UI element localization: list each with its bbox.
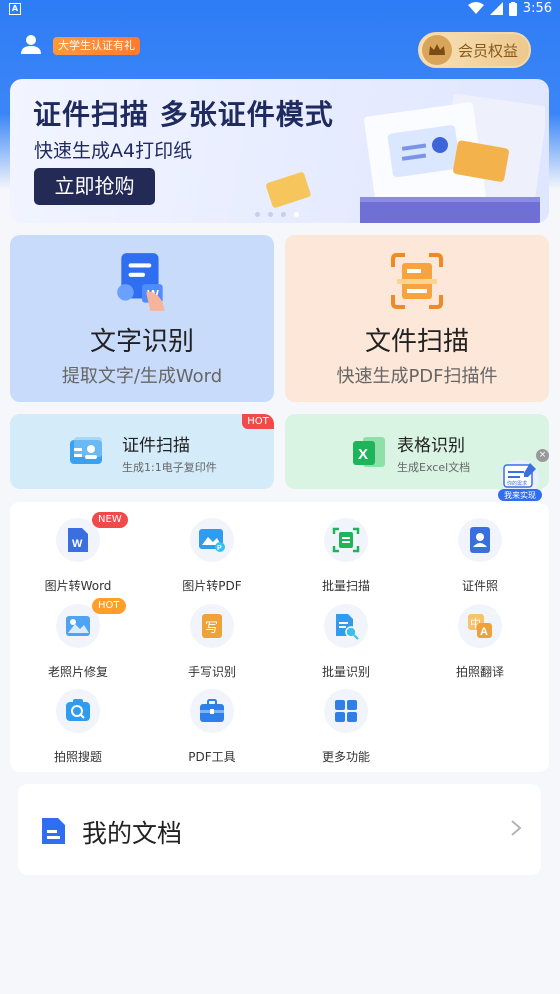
- tool-id-photo[interactable]: 证件照: [418, 502, 538, 593]
- tool-batch-scan[interactable]: 批量扫描: [284, 502, 404, 593]
- svg-text:A: A: [480, 626, 488, 638]
- text-recognition-card[interactable]: W 文字识别 提取文字/生成Word: [10, 235, 274, 402]
- my-documents-row[interactable]: 我的文档: [18, 784, 541, 875]
- pdf-tools-icon: [190, 689, 234, 733]
- float-widget-label: 我来实现: [504, 490, 536, 500]
- banner-dot-active[interactable]: [294, 212, 299, 217]
- tool-label: 更多功能: [321, 750, 370, 764]
- banner-dot[interactable]: [255, 212, 260, 217]
- tool-image-to-word[interactable]: W 图片转Word NEW: [16, 502, 136, 593]
- my-documents-label: 我的文档: [82, 819, 183, 848]
- tool-batch-recognize[interactable]: 批量识别: [284, 588, 404, 679]
- batch-recognize-icon: [324, 604, 368, 648]
- ocr-document-icon: W: [117, 253, 165, 311]
- banner-dot[interactable]: [281, 212, 286, 217]
- id-card-icon: [70, 437, 102, 464]
- text-recognition-desc: 提取文字/生成Word: [61, 366, 223, 387]
- tool-photo-restore[interactable]: 老照片修复 HOT: [16, 588, 136, 679]
- svg-text:写: 写: [205, 621, 218, 636]
- tool-label: 拍照搜题: [53, 750, 102, 764]
- tool-handwriting[interactable]: 写 手写识别: [150, 588, 270, 679]
- more-grid-icon: [324, 689, 368, 733]
- signal-icon: [489, 2, 503, 15]
- wifi-icon: [467, 2, 484, 14]
- tool-more-features[interactable]: 更多功能: [284, 673, 404, 764]
- clock: 3:56: [522, 1, 552, 16]
- svg-text:P: P: [217, 545, 222, 552]
- battery-icon: [508, 1, 517, 16]
- banner-subtitle: 快速生成A4打印纸: [34, 140, 193, 162]
- photo-search-icon: [56, 689, 100, 733]
- hot-badge: HOT: [242, 414, 274, 429]
- banner-cta-button[interactable]: 立即抢购: [34, 168, 155, 205]
- id-photo-icon: [458, 518, 502, 562]
- file-scan-card[interactable]: 文件扫描 快速生成PDF扫描件: [285, 235, 549, 402]
- tool-photo-search[interactable]: 拍照搜题: [16, 673, 136, 764]
- tool-label: PDF工具: [188, 750, 236, 764]
- banner-illustration: [266, 93, 545, 223]
- text-recognition-title: 文字识别: [89, 327, 194, 357]
- hot-badge: HOT: [92, 598, 126, 614]
- excel-icon: X: [353, 437, 385, 467]
- vip-label: 会员权益: [458, 41, 519, 60]
- tool-photo-translate[interactable]: 中A 拍照翻译: [418, 588, 538, 679]
- float-widget-sub: 你的需求: [507, 480, 527, 487]
- id-scan-desc: 生成1:1电子复印件: [122, 461, 217, 474]
- banner-pager: [255, 212, 299, 217]
- file-scan-desc: 快速生成PDF扫描件: [336, 366, 498, 387]
- handwriting-icon: 写: [190, 604, 234, 648]
- file-scan-title: 文件扫描: [364, 327, 469, 357]
- tool-label: 拍照翻译: [455, 665, 504, 679]
- translate-icon: 中A: [458, 604, 502, 648]
- svg-text:W: W: [72, 538, 83, 550]
- tool-image-to-pdf[interactable]: P 图片转PDF: [150, 502, 270, 593]
- document-icon: [42, 818, 65, 844]
- table-recognition-title: 表格识别: [397, 436, 465, 456]
- close-icon[interactable]: ×: [536, 449, 549, 462]
- batch-scan-icon: [324, 518, 368, 562]
- feedback-float-widget[interactable]: 你的需求 我来实现: [496, 459, 544, 503]
- table-recognition-desc: 生成Excel文档: [397, 461, 471, 474]
- chevron-right-icon: [511, 820, 522, 836]
- student-gift-tag[interactable]: 大学生认证有礼: [53, 37, 140, 55]
- id-scan-card[interactable]: 证件扫描 生成1:1电子复印件 HOT: [10, 414, 274, 489]
- svg-text:X: X: [358, 446, 368, 463]
- vip-benefits-button[interactable]: 会员权益: [418, 32, 531, 68]
- tool-pdf-tools[interactable]: PDF工具: [150, 673, 270, 764]
- crown-icon: [422, 35, 452, 65]
- tools-grid: W 图片转Word NEW P 图片转PDF 批量扫描 证件照 老照片修复 HO…: [10, 502, 549, 772]
- promo-banner[interactable]: 证件扫描 多张证件模式 快速生成A4打印纸 立即抢购: [10, 79, 549, 223]
- new-badge: NEW: [92, 512, 128, 528]
- id-scan-title: 证件扫描: [122, 436, 190, 456]
- status-bar: A 3:56: [0, 0, 560, 20]
- image-pdf-icon: P: [190, 518, 234, 562]
- notification-icon: A: [9, 3, 21, 15]
- banner-dot[interactable]: [268, 212, 273, 217]
- user-avatar-icon[interactable]: [20, 33, 42, 55]
- file-scan-icon: [391, 253, 443, 309]
